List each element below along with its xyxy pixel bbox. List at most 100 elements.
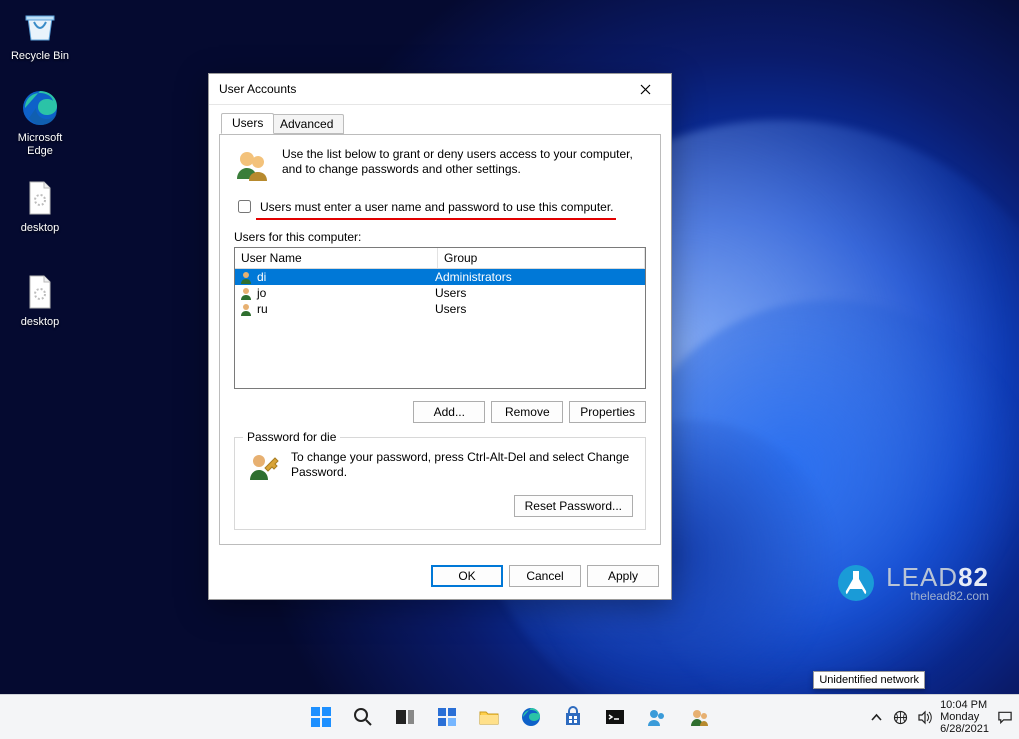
tray-time: 10:04 PM xyxy=(940,699,989,711)
intro-row: Use the list below to grant or deny user… xyxy=(234,147,646,183)
cell-user: di xyxy=(257,270,266,284)
file-icon xyxy=(18,176,62,220)
icon-label: Microsoft Edge xyxy=(4,132,76,158)
dialog-body: Users Advanced Use the list below to gra… xyxy=(209,105,671,555)
intro-text: Use the list below to grant or deny user… xyxy=(282,147,646,183)
desktop-icon-file-1[interactable]: desktop xyxy=(4,176,76,235)
task-view-button[interactable] xyxy=(386,698,424,736)
clock[interactable]: 10:04 PM Monday 6/28/2021 xyxy=(940,699,989,735)
close-button[interactable] xyxy=(627,77,663,101)
tab-users[interactable]: Users xyxy=(221,113,274,134)
file-icon xyxy=(18,270,62,314)
windows-icon xyxy=(310,706,332,728)
desktop-icon-file-2[interactable]: desktop xyxy=(4,270,76,329)
must-enter-password-checkbox[interactable] xyxy=(238,200,251,213)
widgets-button[interactable] xyxy=(428,698,466,736)
tray-day: Monday xyxy=(940,711,989,723)
tab-strip: Users Advanced xyxy=(219,113,661,135)
icon-label: desktop xyxy=(4,316,76,329)
flask-icon xyxy=(836,563,876,603)
add-button[interactable]: Add... xyxy=(413,401,485,423)
edge-icon xyxy=(18,86,62,130)
highlight-underline xyxy=(256,218,616,220)
watermark-brand-1: LEAD xyxy=(886,562,958,592)
system-tray: 10:04 PM Monday 6/28/2021 xyxy=(868,695,1013,739)
network-tooltip: Unidentified network xyxy=(813,671,925,689)
watermark: LEAD82 thelead82.com xyxy=(836,562,989,603)
desktop-icon-recycle-bin[interactable]: Recycle Bin xyxy=(4,4,76,63)
desktop: Recycle Bin Microsoft Edge desktop deskt… xyxy=(0,0,1019,739)
taskbar-center xyxy=(0,698,1019,736)
users-icon xyxy=(234,147,270,183)
terminal-button[interactable] xyxy=(596,698,634,736)
tab-advanced[interactable]: Advanced xyxy=(269,114,344,134)
speaker-icon xyxy=(917,710,932,725)
user-icon xyxy=(239,286,253,300)
store-button[interactable] xyxy=(554,698,592,736)
recycle-bin-icon xyxy=(18,4,62,48)
list-row[interactable]: ru Users xyxy=(235,301,645,317)
user-accounts-dialog: User Accounts Users Advanced Use xyxy=(208,73,672,600)
users-listbox[interactable]: User Name Group di Administrators jo Use… xyxy=(234,247,646,389)
widgets-icon xyxy=(436,706,458,728)
group-legend: Password for die xyxy=(243,430,340,444)
apply-button[interactable]: Apply xyxy=(587,565,659,587)
notifications-button[interactable] xyxy=(997,709,1013,725)
volume-icon[interactable] xyxy=(916,709,932,725)
user-accounts-icon xyxy=(688,706,710,728)
column-group[interactable]: Group xyxy=(438,248,645,268)
column-user-name[interactable]: User Name xyxy=(235,248,438,268)
network-icon[interactable] xyxy=(892,709,908,725)
tab-pane-users: Use the list below to grant or deny user… xyxy=(219,135,661,545)
close-icon xyxy=(640,84,651,95)
cancel-button[interactable]: Cancel xyxy=(509,565,581,587)
window-title: User Accounts xyxy=(219,82,627,96)
app-button-1[interactable] xyxy=(638,698,676,736)
chevron-up-icon xyxy=(869,710,884,725)
edge-icon xyxy=(520,706,542,728)
cell-user: jo xyxy=(257,286,266,300)
must-enter-password-label[interactable]: Users must enter a user name and passwor… xyxy=(260,200,614,214)
people-icon xyxy=(646,706,668,728)
password-group: Password for die To change your password… xyxy=(234,437,646,530)
ok-button[interactable]: OK xyxy=(431,565,503,587)
cell-group: Users xyxy=(431,285,645,301)
chat-icon xyxy=(997,709,1013,726)
netplwiz-button[interactable] xyxy=(680,698,718,736)
dialog-footer: OK Cancel Apply xyxy=(209,555,671,599)
icon-label: Recycle Bin xyxy=(4,50,76,63)
desktop-icon-edge[interactable]: Microsoft Edge xyxy=(4,86,76,158)
list-row[interactable]: di Administrators xyxy=(235,269,645,285)
tray-overflow-button[interactable] xyxy=(868,709,884,725)
password-text: To change your password, press Ctrl-Alt-… xyxy=(291,450,633,485)
cell-group: Users xyxy=(431,301,645,317)
search-button[interactable] xyxy=(344,698,382,736)
cell-user: ru xyxy=(257,302,268,316)
list-header: User Name Group xyxy=(235,248,645,269)
search-icon xyxy=(352,706,374,728)
reset-password-button[interactable]: Reset Password... xyxy=(514,495,633,517)
list-row[interactable]: jo Users xyxy=(235,285,645,301)
list-buttons: Add... Remove Properties xyxy=(234,401,646,423)
watermark-brand-2: 82 xyxy=(958,562,989,592)
globe-icon xyxy=(893,710,908,725)
folder-icon xyxy=(478,706,500,728)
titlebar[interactable]: User Accounts xyxy=(209,74,671,105)
must-enter-password-row: Users must enter a user name and passwor… xyxy=(234,197,646,216)
taskbar: 10:04 PM Monday 6/28/2021 xyxy=(0,694,1019,739)
properties-button[interactable]: Properties xyxy=(569,401,646,423)
start-button[interactable] xyxy=(302,698,340,736)
key-user-icon xyxy=(247,450,279,485)
tray-date: 6/28/2021 xyxy=(940,723,989,735)
user-icon xyxy=(239,270,253,284)
icon-label: desktop xyxy=(4,222,76,235)
edge-taskbar-button[interactable] xyxy=(512,698,550,736)
users-list-label: Users for this computer: xyxy=(234,230,646,244)
user-icon xyxy=(239,302,253,316)
terminal-icon xyxy=(604,706,626,728)
remove-button[interactable]: Remove xyxy=(491,401,563,423)
task-view-icon xyxy=(394,706,416,728)
store-icon xyxy=(562,706,584,728)
cell-group: Administrators xyxy=(431,269,645,285)
explorer-button[interactable] xyxy=(470,698,508,736)
